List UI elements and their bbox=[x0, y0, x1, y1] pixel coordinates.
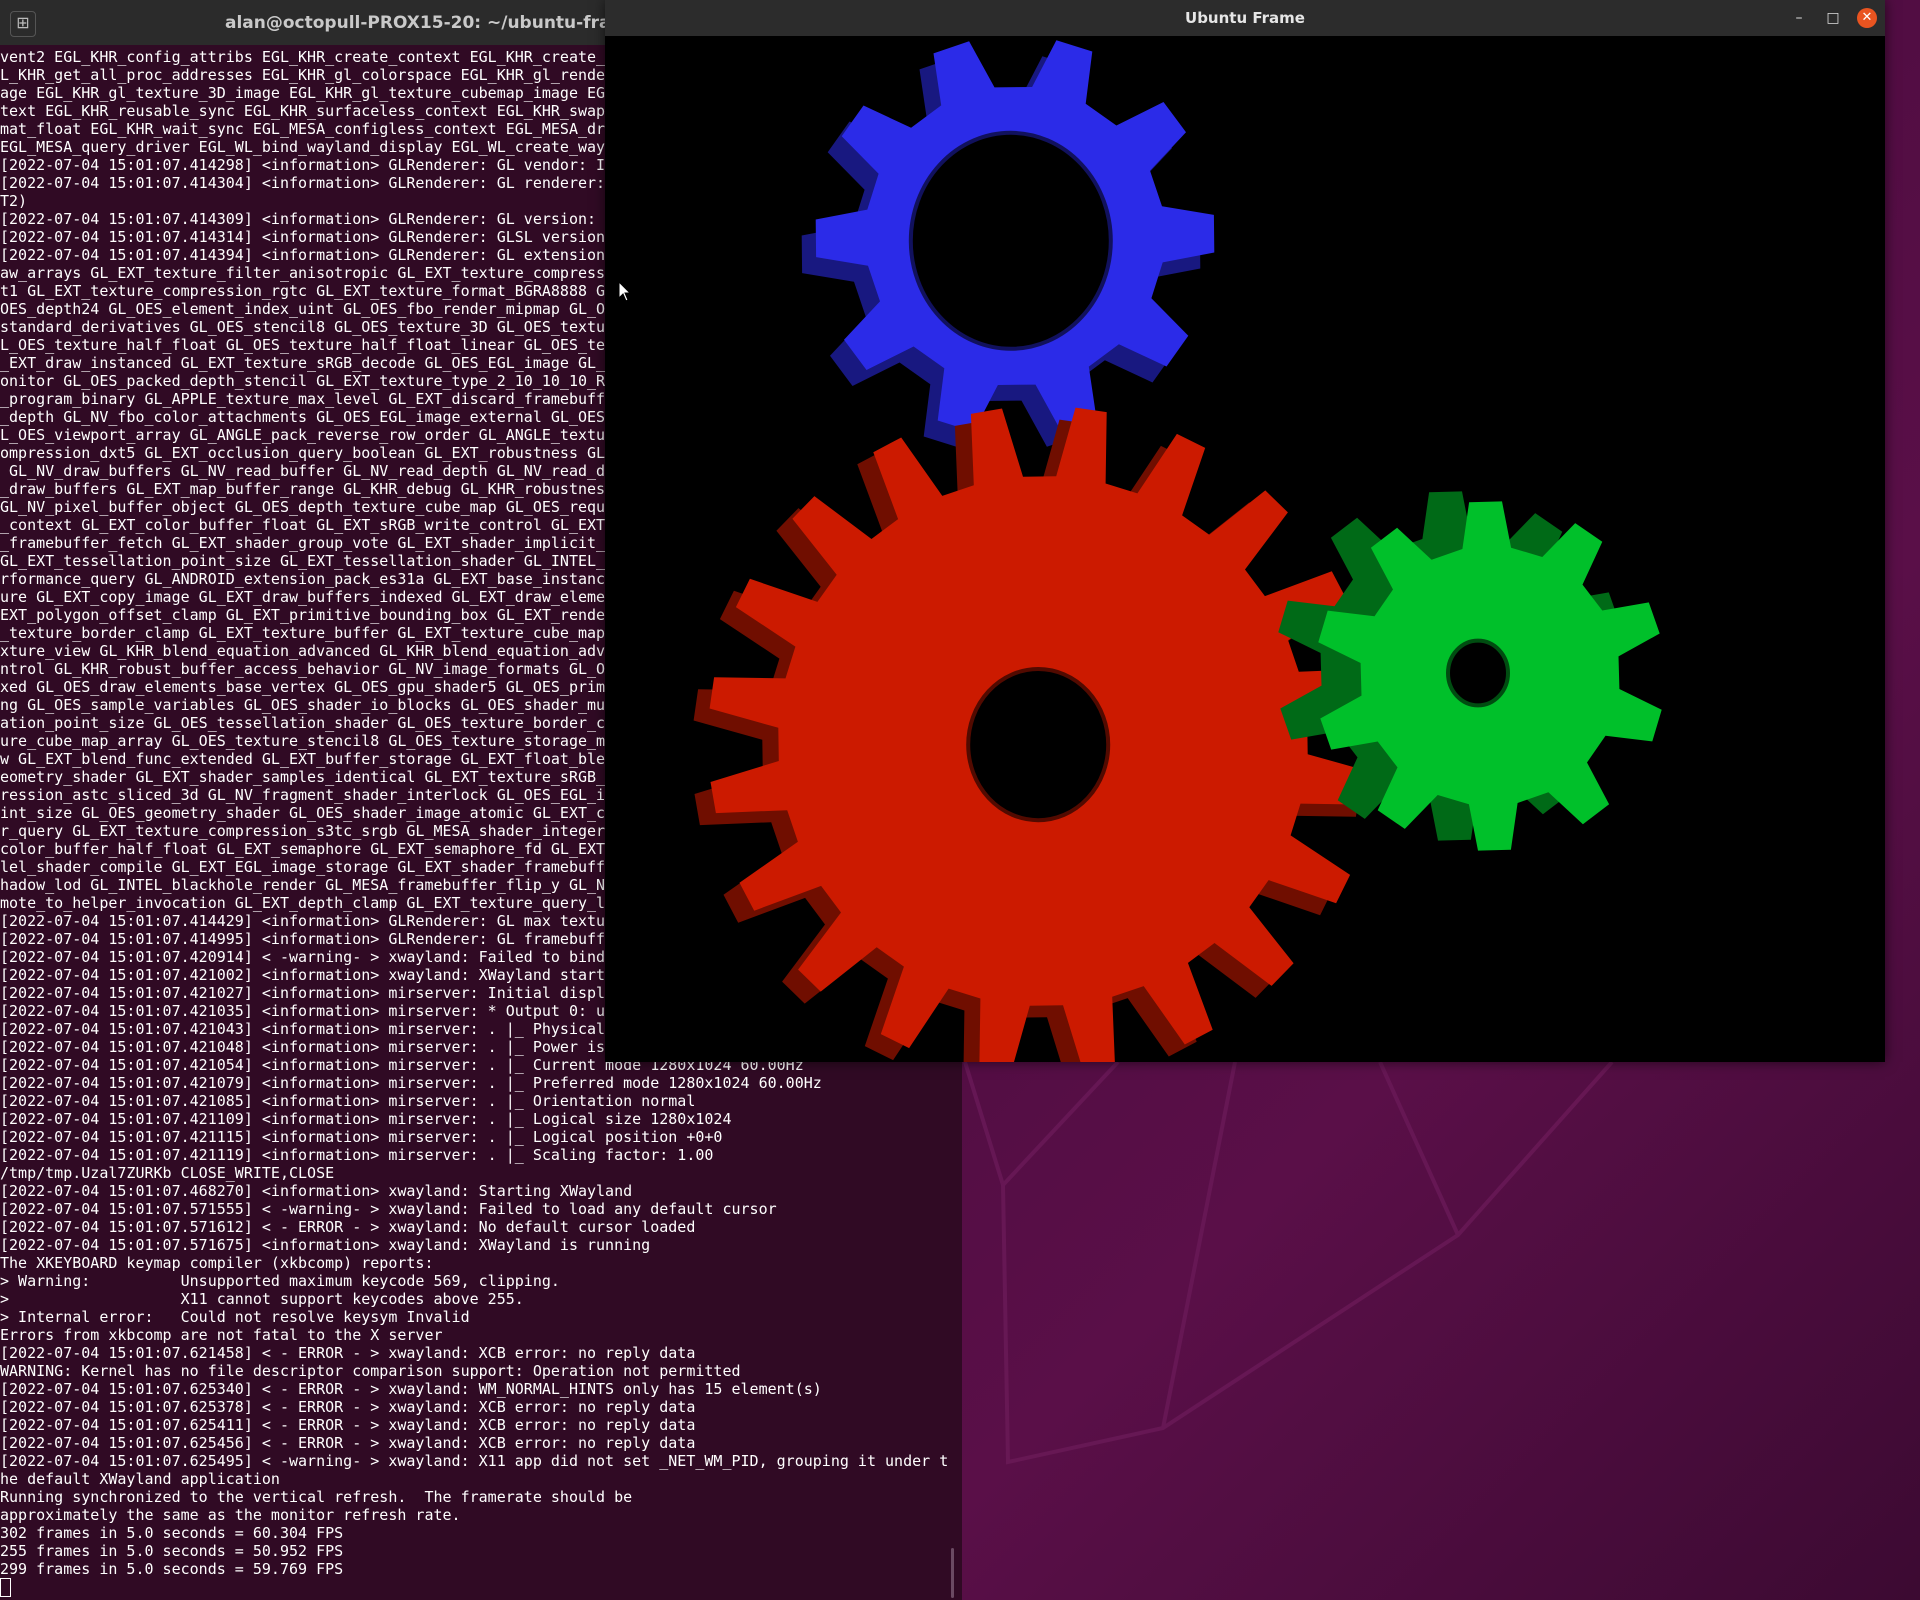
ubuntu-frame-window[interactable]: Ubuntu Frame – □ ✕ bbox=[605, 0, 1885, 1062]
blue-gear-hole bbox=[908, 130, 1113, 351]
terminal-line: [2022-07-04 15:01:07.421119] <informatio… bbox=[0, 1146, 714, 1164]
blue-gear bbox=[801, 40, 1215, 448]
terminal-line: > Internal error: Could not resolve keys… bbox=[0, 1308, 470, 1326]
terminal-line: [2022-07-04 15:01:07.621458] < - ERROR -… bbox=[0, 1344, 696, 1362]
red-gear bbox=[693, 407, 1377, 1062]
terminal-cursor bbox=[0, 1578, 11, 1597]
terminal-line: Running synchronized to the vertical ref… bbox=[0, 1488, 633, 1506]
terminal-line: [2022-07-04 15:01:07.625340] < - ERROR -… bbox=[0, 1380, 822, 1398]
terminal-line: [2022-07-04 15:01:07.421109] <informatio… bbox=[0, 1110, 732, 1128]
terminal-line: Errors from xkbcomp are not fatal to the… bbox=[0, 1326, 443, 1344]
terminal-line: approximately the same as the monitor re… bbox=[0, 1506, 461, 1524]
red-gear-hole bbox=[966, 667, 1111, 823]
terminal-line: [2022-07-04 15:01:07.625495] < -warning-… bbox=[0, 1452, 949, 1470]
frame-title: Ubuntu Frame bbox=[1185, 9, 1305, 27]
terminal-cursor-line[interactable] bbox=[0, 1578, 960, 1597]
terminal-line: 302 frames in 5.0 seconds = 60.304 FPS bbox=[0, 1524, 344, 1542]
terminal-line: /tmp/tmp.Uzal7ZURKb CLOSE_WRITE,CLOSE bbox=[0, 1164, 335, 1182]
mouse-pointer-icon bbox=[618, 281, 632, 302]
terminal-line: he default XWayland application bbox=[0, 1470, 280, 1488]
terminal-line: [2022-07-04 15:01:07.421079] <informatio… bbox=[0, 1074, 822, 1092]
terminal-line: [2022-07-04 15:01:07.625378] < - ERROR -… bbox=[0, 1398, 696, 1416]
new-tab-icon[interactable]: ⊞ bbox=[10, 11, 36, 37]
terminal-line: [2022-07-04 15:01:07.571675] <informatio… bbox=[0, 1236, 651, 1254]
frame-titlebar[interactable]: Ubuntu Frame – □ ✕ bbox=[605, 0, 1885, 36]
terminal-line: [2022-07-04 15:01:07.421085] <informatio… bbox=[0, 1092, 696, 1110]
terminal-line: [2022-07-04 15:01:07.571555] < -warning-… bbox=[0, 1200, 777, 1218]
terminal-line: [2022-07-04 15:01:07.625456] < - ERROR -… bbox=[0, 1434, 696, 1452]
terminal-line: > X11 cannot support keycodes above 255. bbox=[0, 1290, 524, 1308]
terminal-line: > Warning: Unsupported maximum keycode 5… bbox=[0, 1272, 560, 1290]
terminal-line: 255 frames in 5.0 seconds = 50.952 FPS bbox=[0, 1542, 344, 1560]
terminal-line: [2022-07-04 15:01:07.468270] <informatio… bbox=[0, 1182, 633, 1200]
minimize-icon[interactable]: – bbox=[1789, 8, 1809, 28]
terminal-line: 299 frames in 5.0 seconds = 59.769 FPS bbox=[0, 1560, 344, 1578]
terminal-line: WARNING: Kernel has no file descriptor c… bbox=[0, 1362, 741, 1380]
terminal-line: [2022-07-04 15:01:07.421115] <informatio… bbox=[0, 1128, 723, 1146]
maximize-icon[interactable]: □ bbox=[1823, 8, 1843, 28]
close-icon[interactable]: ✕ bbox=[1857, 8, 1877, 28]
terminal-line: [2022-07-04 15:01:07.625411] < - ERROR -… bbox=[0, 1416, 696, 1434]
green-gear-hole bbox=[1446, 638, 1510, 708]
terminal-scrollbar[interactable] bbox=[951, 1548, 954, 1598]
gears-canvas bbox=[693, 40, 1662, 1062]
terminal-line: [2022-07-04 15:01:07.571612] < - ERROR -… bbox=[0, 1218, 696, 1236]
terminal-line: The XKEYBOARD keymap compiler (xkbcomp) … bbox=[0, 1254, 434, 1272]
